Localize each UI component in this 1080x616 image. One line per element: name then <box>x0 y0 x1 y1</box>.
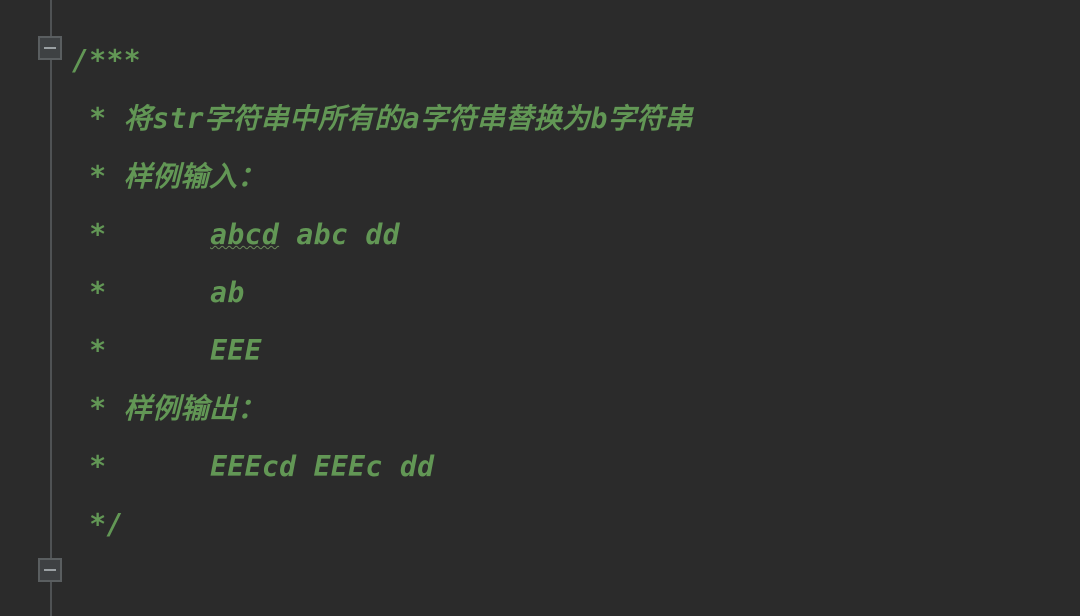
code-area[interactable]: /*** * 将str字符串中所有的a字符串替换为b字符串 * 样例输入： * … <box>60 0 1080 616</box>
comment-line-1: * 将str字符串中所有的a字符串替换为b字符串 <box>72 90 1080 148</box>
minus-icon <box>43 41 57 55</box>
text: 将 <box>124 102 152 135</box>
fold-toggle-close[interactable] <box>38 558 62 582</box>
typo-word: abcd <box>210 218 279 251</box>
code-editor: /*** * 将str字符串中所有的a字符串替换为b字符串 * 样例输入： * … <box>0 0 1080 616</box>
fold-line <box>50 0 52 616</box>
ident-b: b <box>590 102 607 135</box>
text: * <box>72 218 210 251</box>
comment-line-7: * EEEcd EEEc dd <box>72 438 1080 496</box>
comment-close: */ <box>72 496 1080 554</box>
comment-line-2: * 样例输入： <box>72 148 1080 206</box>
text: 字符串 <box>608 102 693 135</box>
minus-icon <box>43 563 57 577</box>
text: abc dd <box>279 218 400 251</box>
comment-line-6: * 样例输出： <box>72 380 1080 438</box>
text: * <box>72 102 124 135</box>
ident-str: str <box>152 102 204 135</box>
editor-gutter <box>0 0 60 616</box>
comment-line-3: * abcd abc dd <box>72 206 1080 264</box>
comment-line-5: * EEE <box>72 322 1080 380</box>
ident-a: a <box>403 102 420 135</box>
text: 字符串中所有的 <box>204 102 403 135</box>
comment-line-4: * ab <box>72 264 1080 322</box>
comment-open: /*** <box>72 32 1080 90</box>
fold-toggle-open[interactable] <box>38 36 62 60</box>
text: 字符串替换为 <box>420 102 590 135</box>
